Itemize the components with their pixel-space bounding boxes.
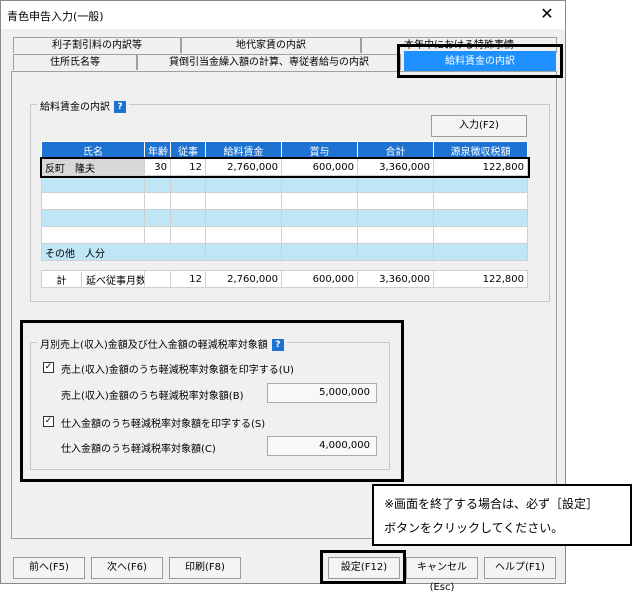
highlight-reduced-tax	[20, 320, 404, 482]
cell[interactable]	[357, 243, 434, 261]
cell[interactable]	[41, 226, 145, 244]
cell[interactable]	[281, 243, 358, 261]
table-header: 氏名 年齢 従事 給料賃金 賞与 合計 源泉徴収税額	[41, 141, 528, 159]
cell[interactable]	[433, 192, 528, 210]
cell[interactable]	[357, 209, 434, 227]
tab-land-rent[interactable]: 地代家賃の内訳	[181, 37, 361, 53]
cell[interactable]	[433, 226, 528, 244]
tab-address-name[interactable]: 住所氏名等	[13, 54, 137, 70]
table-row-other[interactable]: その他 人分	[41, 243, 528, 261]
total-empty	[144, 270, 171, 288]
input-button[interactable]: 入力(F2)	[431, 115, 527, 137]
cell[interactable]	[170, 209, 206, 227]
col-bonus: 賞与	[281, 141, 358, 159]
instruction-note: ※画面を終了する場合は、必ず［設定］ ボタンをクリックしてください。	[372, 484, 632, 546]
close-icon[interactable]: ✕	[537, 4, 557, 23]
col-months: 従事	[170, 141, 206, 159]
cell[interactable]	[144, 226, 171, 244]
help-button[interactable]: ヘルプ(F1)	[484, 557, 556, 579]
cell-bonus[interactable]: 600,000	[281, 158, 358, 176]
total-salary: 2,760,000	[205, 270, 282, 288]
total-label-cell: 計延べ従事月数	[41, 270, 145, 288]
prev-button[interactable]: 前へ(F5)	[13, 557, 85, 579]
col-age: 年齢	[144, 141, 171, 159]
cell[interactable]	[170, 226, 206, 244]
note-line-1: ※画面を終了する場合は、必ず［設定］	[384, 497, 599, 511]
salary-table: 氏名 年齢 従事 給料賃金 賞与 合計 源泉徴収税額 反町 隆夫 30 12 2…	[39, 141, 530, 288]
total-label: 計	[43, 271, 82, 287]
salary-group-label: 給料賃金の内訳?	[37, 98, 129, 113]
cell-withholding[interactable]: 122,800	[433, 158, 528, 176]
cell-age[interactable]: 30	[144, 158, 171, 176]
total-sum: 3,360,000	[357, 270, 434, 288]
col-name: 氏名	[41, 141, 145, 159]
table-row[interactable]	[41, 192, 528, 210]
cell[interactable]	[433, 209, 528, 227]
table-row[interactable]	[41, 175, 528, 193]
cell-salary[interactable]: 2,760,000	[205, 158, 282, 176]
next-button[interactable]: 次へ(F6)	[91, 557, 163, 579]
col-withholding: 源泉徴収税額	[433, 141, 528, 159]
cell[interactable]	[357, 192, 434, 210]
cancel-button[interactable]: キャンセル(Esc)	[406, 557, 478, 593]
total-withholding: 122,800	[433, 270, 528, 288]
note-line-2: ボタンをクリックしてください。	[384, 521, 564, 535]
cell[interactable]	[205, 226, 282, 244]
cell[interactable]	[205, 243, 282, 261]
help-icon[interactable]: ?	[114, 101, 126, 113]
other-row-label: その他 人分	[41, 243, 206, 261]
salary-group-title: 給料賃金の内訳	[40, 102, 110, 113]
cell[interactable]	[205, 175, 282, 193]
cell[interactable]	[357, 226, 434, 244]
cell[interactable]	[144, 175, 171, 193]
cell[interactable]	[144, 192, 171, 210]
cell[interactable]	[281, 209, 358, 227]
cell[interactable]	[281, 226, 358, 244]
cell[interactable]	[433, 243, 528, 261]
salary-group: 給料賃金の内訳? 入力(F2) 氏名 年齢 従事 給料賃金 賞与 合計 源泉徴収…	[30, 98, 550, 302]
col-salary: 給料賃金	[205, 141, 282, 159]
cell[interactable]	[205, 192, 282, 210]
cell[interactable]	[41, 209, 145, 227]
cell[interactable]	[170, 192, 206, 210]
cell[interactable]	[170, 175, 206, 193]
table-row[interactable]	[41, 226, 528, 244]
cell[interactable]	[41, 192, 145, 210]
cell[interactable]	[281, 175, 358, 193]
col-total: 合計	[357, 141, 434, 159]
highlight-active-tab	[397, 44, 563, 78]
cell[interactable]	[205, 209, 282, 227]
total-bonus: 600,000	[281, 270, 358, 288]
print-button[interactable]: 印刷(F8)	[169, 557, 241, 579]
table-total-row: 計延べ従事月数 12 2,760,000 600,000 3,360,000 1…	[41, 270, 528, 288]
table-row[interactable]: 反町 隆夫 30 12 2,760,000 600,000 3,360,000 …	[39, 156, 530, 178]
tab-interest-discount[interactable]: 利子割引料の内訳等	[13, 37, 181, 53]
cell-months[interactable]: 12	[170, 158, 206, 176]
cell[interactable]	[357, 175, 434, 193]
table-row[interactable]	[41, 209, 528, 227]
total-months: 12	[170, 270, 206, 288]
cell[interactable]	[281, 192, 358, 210]
total-months-label: 延べ従事月数	[86, 275, 145, 287]
title-bar: 青色申告入力(一般) ✕	[1, 1, 565, 29]
spacer	[41, 260, 528, 271]
window-title: 青色申告入力(一般)	[7, 10, 104, 23]
cell-total[interactable]: 3,360,000	[357, 158, 434, 176]
highlight-settings-button	[320, 550, 406, 584]
cell[interactable]	[144, 209, 171, 227]
cell[interactable]	[433, 175, 528, 193]
cell-name[interactable]: 反町 隆夫	[41, 158, 145, 176]
tab-bad-debt[interactable]: 貸倒引当金繰入額の計算、専従者給与の内訳	[137, 54, 401, 70]
cell[interactable]	[41, 175, 145, 193]
